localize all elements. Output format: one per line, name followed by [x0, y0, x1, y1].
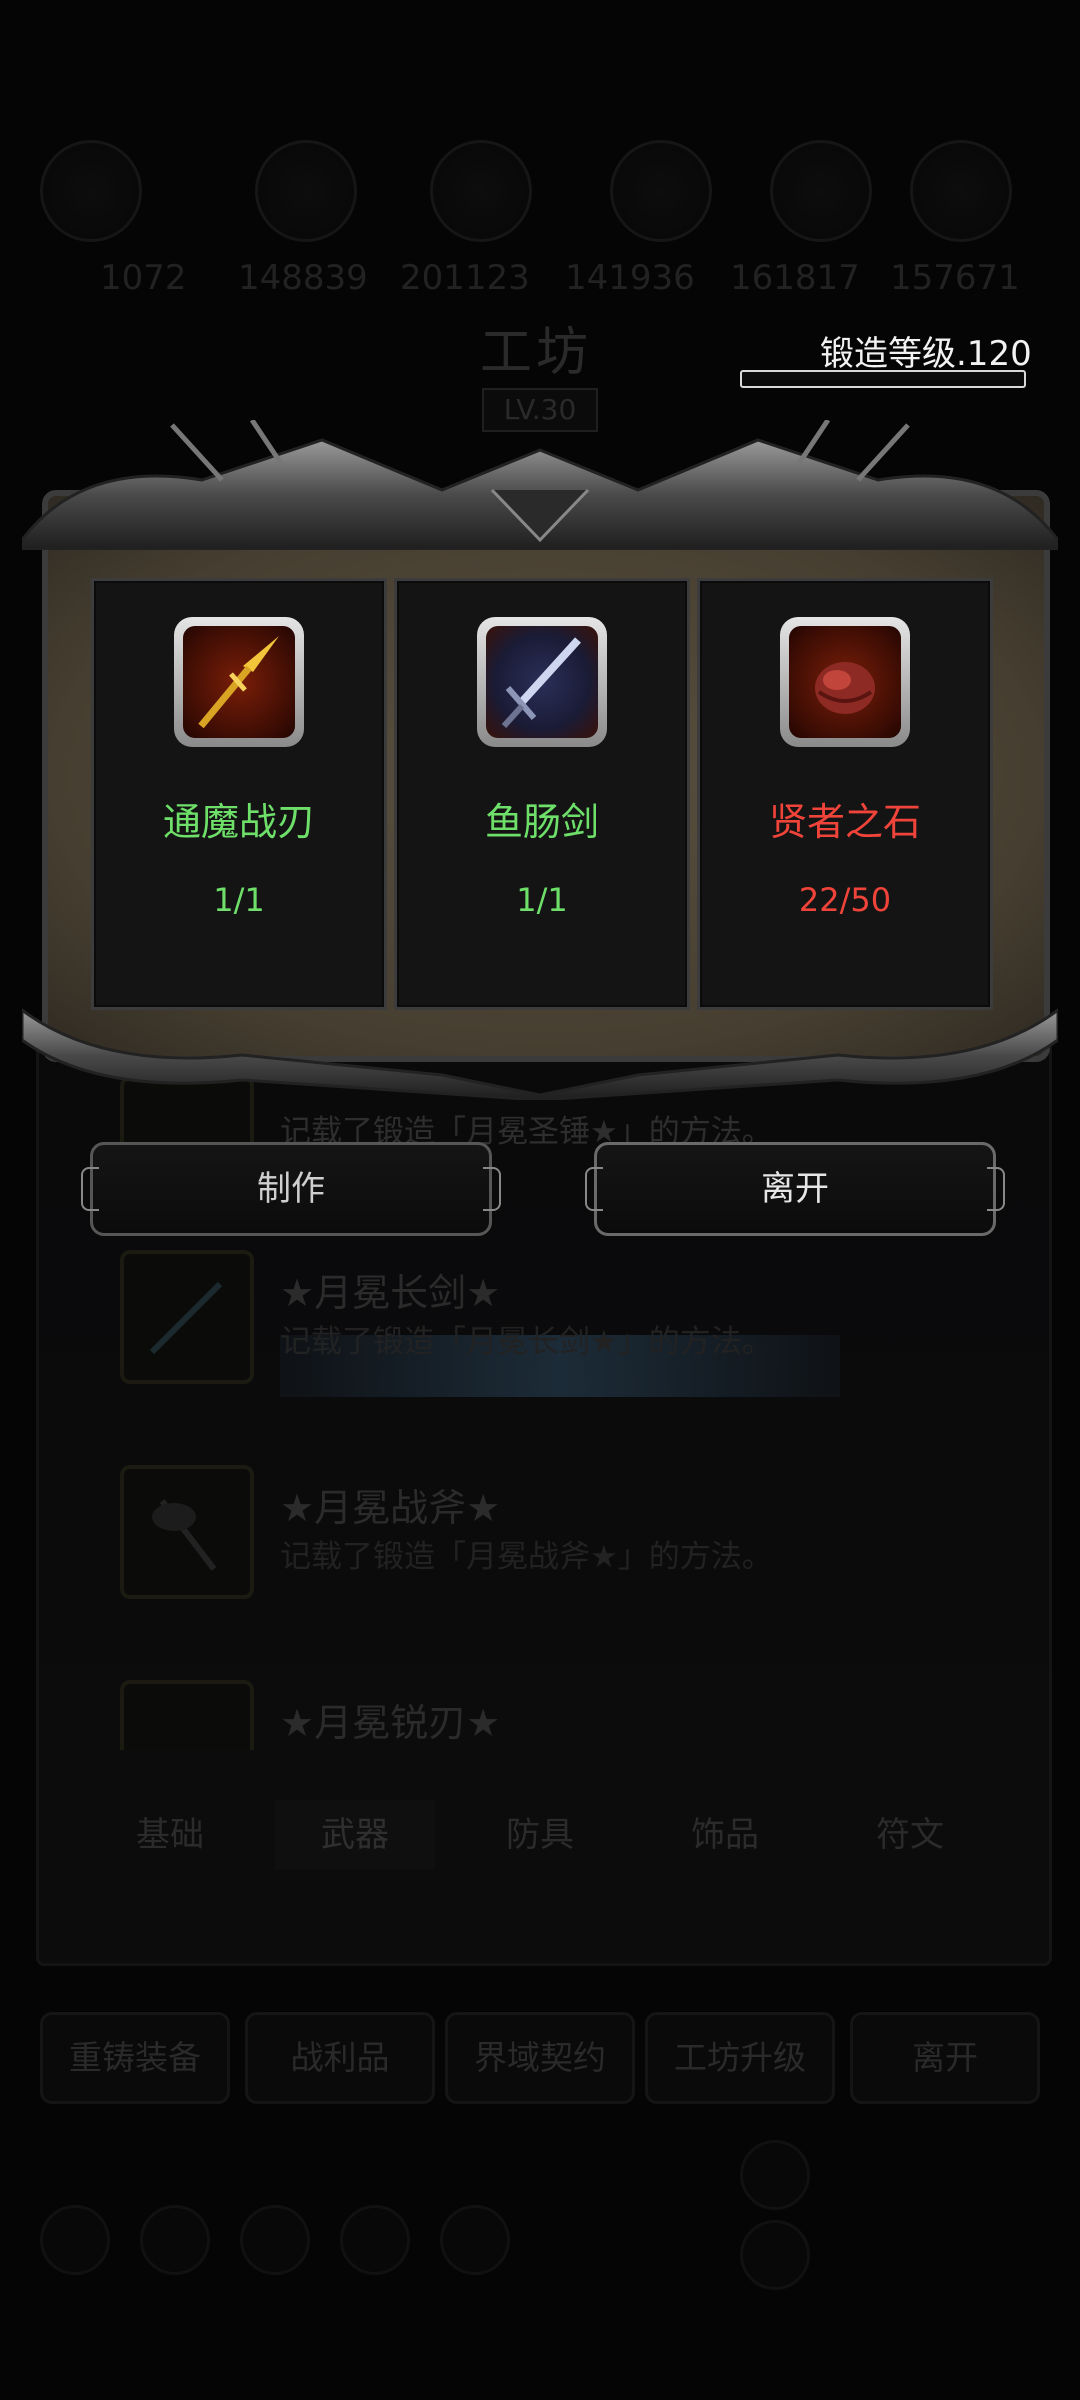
loot-button[interactable]: 战利品 [245, 2012, 435, 2104]
recipe-item[interactable]: ★月冕锐刃★ [120, 1680, 990, 1750]
sword-icon [120, 1250, 254, 1384]
workshop-title: 工坊 [480, 323, 593, 383]
bottom-button-bar: 重铸装备 战利品 界域契约 工坊升级 离开 [40, 2012, 1050, 2104]
material-name: 贤者之石 [768, 800, 921, 844]
resource-icon [770, 140, 872, 242]
category-tabs: 基础 武器 防具 饰品 符文 [90, 1800, 1030, 1870]
recipe-name: ★月冕战斧★ [280, 1486, 501, 1530]
workshop-upgrade-button[interactable]: 工坊升级 [645, 2012, 835, 2104]
currency-icon [740, 2220, 810, 2290]
menu-icon[interactable] [240, 2205, 310, 2275]
tab-accessory[interactable]: 饰品 [645, 1800, 805, 1870]
forge-level-label: 锻造等级.120 [820, 334, 1032, 374]
realm-contract-button[interactable]: 界域契约 [445, 2012, 635, 2104]
resource-value: 1072 [100, 258, 187, 298]
recipe-desc: 记载了锻造「月冕战斧★」的方法。 [280, 1539, 773, 1575]
resource-value: 201123 [400, 258, 530, 298]
ornate-frame-bottom [22, 1008, 1058, 1100]
menu-icon[interactable] [440, 2205, 510, 2275]
reforge-button[interactable]: 重铸装备 [40, 2012, 230, 2104]
forge-level-progress-bar [740, 370, 1026, 388]
recipe-desc: 记载了锻造「月冕长剑★」的方法。 [280, 1324, 773, 1360]
resource-value: 157671 [890, 258, 1020, 298]
menu-icon[interactable] [340, 2205, 410, 2275]
resource-value: 141936 [565, 258, 695, 298]
material-name: 鱼肠剑 [484, 800, 599, 844]
material-name: 通魔战刃 [162, 800, 315, 844]
blue-sword-icon [477, 617, 607, 747]
resource-icon [40, 140, 142, 242]
ornate-frame-top [22, 420, 1058, 550]
golden-spear-icon [174, 617, 304, 747]
axe-icon [120, 1465, 254, 1599]
leave-workshop-button[interactable]: 离开 [850, 2012, 1040, 2104]
tab-weapon[interactable]: 武器 [275, 1800, 435, 1870]
tab-armor[interactable]: 防具 [460, 1800, 620, 1870]
resource-icon [910, 140, 1012, 242]
menu-icon[interactable] [140, 2205, 210, 2275]
tab-rune[interactable]: 符文 [830, 1800, 990, 1870]
menu-icon[interactable] [40, 2205, 110, 2275]
resource-value: 161817 [730, 258, 860, 298]
recipe-name: ★月冕锐刃★ [280, 1701, 501, 1745]
leave-button[interactable]: 离开 [585, 1142, 1005, 1236]
material-card[interactable]: 通魔战刃 1/1 [91, 578, 387, 1010]
material-count: 22/50 [798, 881, 892, 919]
material-count: 1/1 [213, 881, 265, 919]
resource-value: 148839 [238, 258, 368, 298]
recipe-item[interactable]: ★月冕战斧★ 记载了锻造「月冕战斧★」的方法。 [120, 1465, 990, 1615]
resource-icon [610, 140, 712, 242]
blade-icon [120, 1680, 254, 1750]
tab-basic[interactable]: 基础 [90, 1800, 250, 1870]
material-card[interactable]: 鱼肠剑 1/1 [394, 578, 690, 1010]
material-count: 1/1 [516, 881, 568, 919]
recipe-item[interactable]: ★月冕长剑★ 记载了锻造「月冕长剑★」的方法。 [120, 1250, 990, 1400]
resource-icon [430, 140, 532, 242]
resource-icon [255, 140, 357, 242]
currency-icon [740, 2140, 810, 2210]
make-button[interactable]: 制作 [81, 1142, 501, 1236]
recipe-name: ★月冕长剑★ [280, 1271, 501, 1315]
red-stone-icon [780, 617, 910, 747]
material-card[interactable]: 贤者之石 22/50 [697, 578, 993, 1010]
